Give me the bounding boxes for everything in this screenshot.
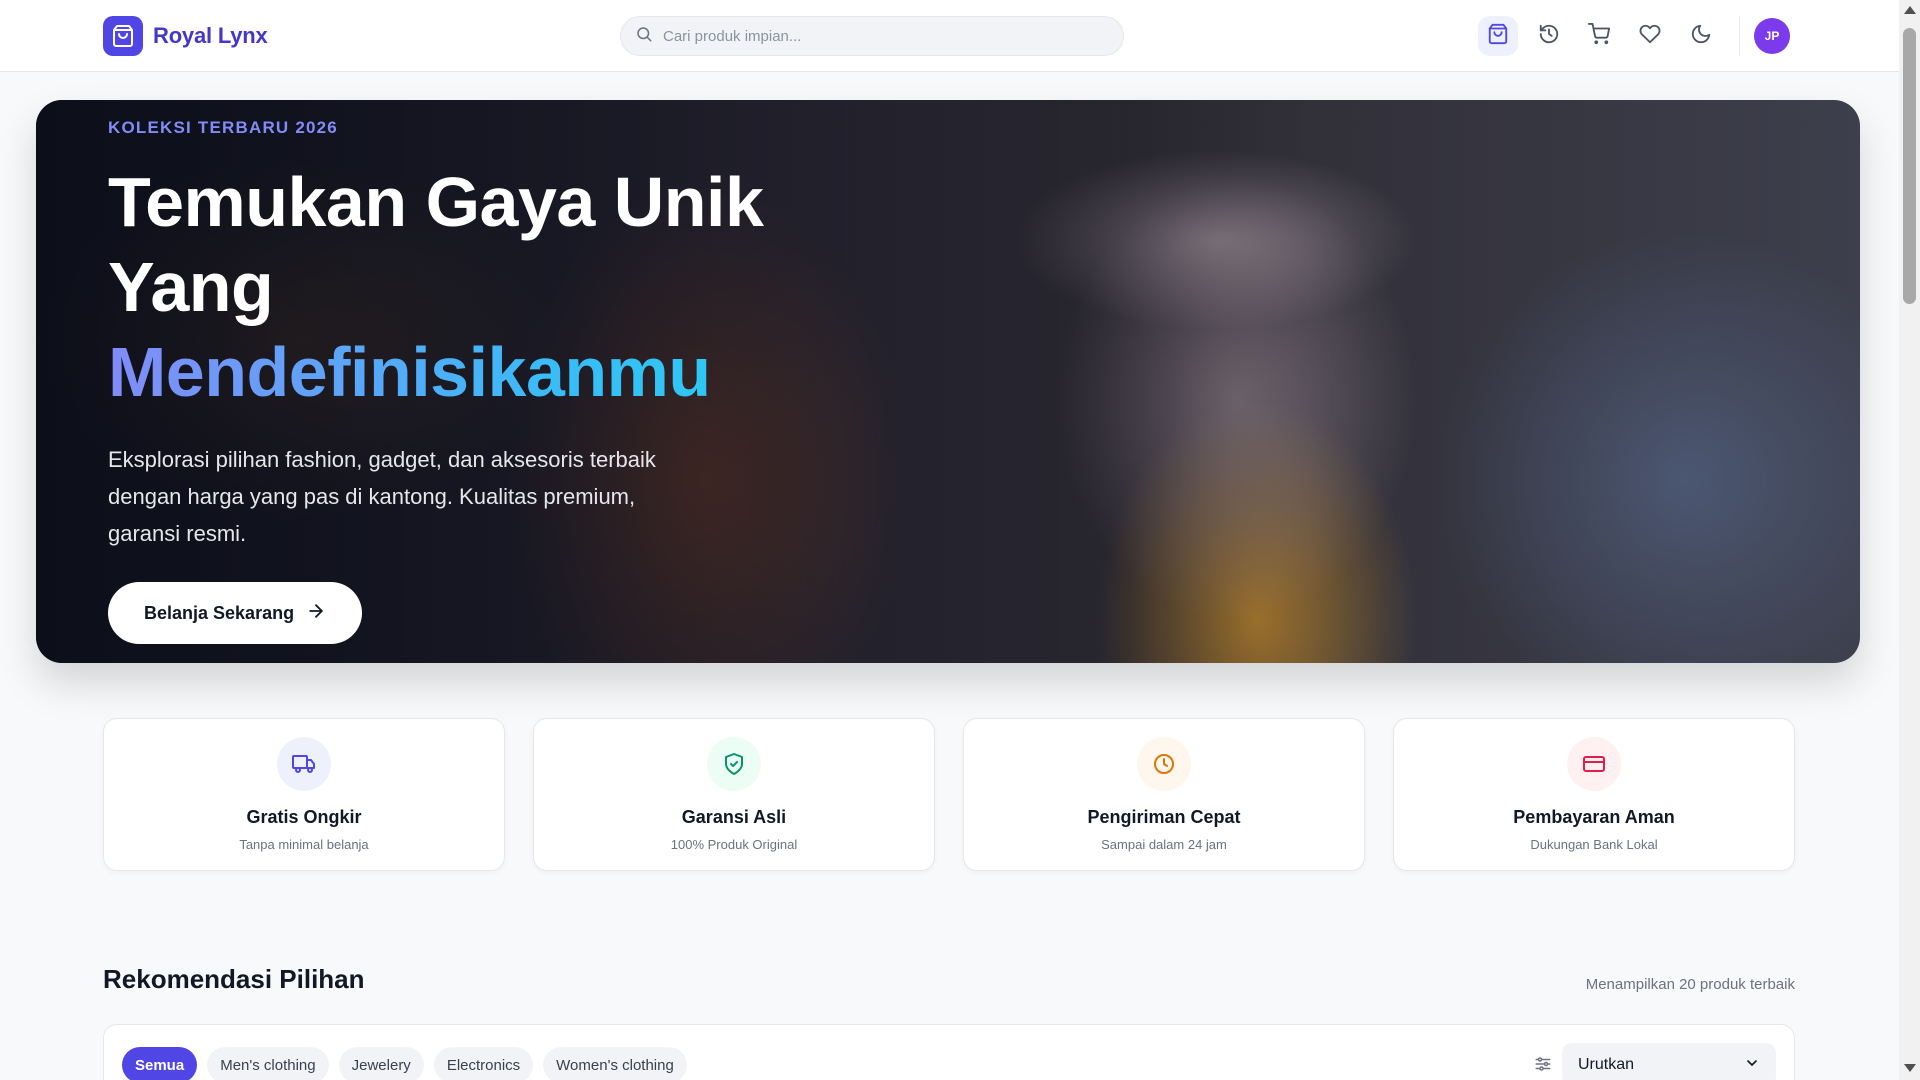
- shop-now-button[interactable]: Belanja Sekarang: [108, 582, 363, 644]
- feature-subtitle: Tanpa minimal belanja: [239, 837, 369, 852]
- history-icon: [1538, 23, 1560, 50]
- category-chips: Semua Men's clothing Jewelery Electronic…: [122, 1047, 687, 1080]
- cart-icon: [1588, 22, 1610, 50]
- category-chip-all[interactable]: Semua: [122, 1047, 198, 1080]
- section-title: Rekomendasi Pilihan: [103, 964, 365, 994]
- sliders-icon: [1534, 1055, 1552, 1078]
- theme-toggle-button[interactable]: [1681, 16, 1721, 56]
- scroll-thumb[interactable]: [1903, 28, 1916, 304]
- feature-title: Garansi Asli: [681, 807, 787, 827]
- shield-check-icon: [707, 737, 761, 791]
- search-icon: [635, 25, 653, 48]
- sort-select[interactable]: Urutkan: [1562, 1043, 1776, 1080]
- hero-description: Eksplorasi pilihan fashion, gadget, dan …: [108, 447, 656, 546]
- feature-card-free-shipping: Gratis Ongkir Tanpa minimal belanja: [103, 718, 505, 871]
- scroll-down-arrow-icon[interactable]: [1904, 1064, 1916, 1072]
- chevron-down-icon: [1744, 1055, 1760, 1076]
- credit-card-icon: [1567, 737, 1621, 791]
- top-navbar: Royal Lynx JP: [0, 0, 1899, 72]
- hero-title-line1: Temukan Gaya Unik: [108, 163, 764, 241]
- feature-card-secure-payment: Pembayaran Aman Dukungan Bank Lokal: [1393, 718, 1795, 871]
- shopping-bag-icon: [1487, 23, 1509, 50]
- shopping-bag-icon: [103, 16, 143, 56]
- hero-banner: KOLEKSI TERBARU 2026 Temukan Gaya Unik Y…: [36, 100, 1860, 663]
- hero-title-line2: Yang: [108, 248, 274, 326]
- arrow-right-icon: [306, 601, 326, 626]
- feature-card-fast-delivery: Pengiriman Cepat Sampai dalam 24 jam: [963, 718, 1365, 871]
- brand-name: Royal Lynx: [153, 23, 268, 48]
- feature-title: Pengiriman Cepat: [1087, 807, 1241, 827]
- category-chip-jewelery[interactable]: Jewelery: [338, 1047, 424, 1080]
- brand-logo[interactable]: Royal Lynx: [103, 16, 268, 56]
- hero-content: KOLEKSI TERBARU 2026 Temukan Gaya Unik Y…: [108, 118, 868, 644]
- product-count: Menampilkan 20 produk terbaik: [1585, 976, 1795, 993]
- page-scrollbar[interactable]: [1899, 0, 1920, 1080]
- shop-now-label: Belanja Sekarang: [144, 602, 295, 623]
- feature-card-authentic-guarantee: Garansi Asli 100% Produk Original: [533, 718, 935, 871]
- category-chip-womens-clothing[interactable]: Women's clothing: [543, 1047, 687, 1080]
- moon-icon: [1690, 23, 1712, 50]
- header-divider: [1739, 16, 1740, 56]
- heart-icon: [1639, 23, 1661, 50]
- hero-title-accent: Mendefinisikanmu: [108, 330, 868, 415]
- feature-subtitle: Dukungan Bank Lokal: [1530, 837, 1658, 852]
- shop-bag-button[interactable]: [1478, 16, 1518, 56]
- feature-title: Pembayaran Aman: [1513, 807, 1675, 827]
- feature-cards: Gratis Ongkir Tanpa minimal belanja Gara…: [103, 718, 1795, 871]
- feature-subtitle: 100% Produk Original: [670, 837, 798, 852]
- truck-icon: [277, 737, 331, 791]
- sort-select-label: Urutkan: [1578, 1056, 1635, 1073]
- feature-title: Gratis Ongkir: [246, 807, 362, 827]
- clock-icon: [1137, 737, 1191, 791]
- cart-button[interactable]: [1579, 16, 1619, 56]
- hero-title: Temukan Gaya Unik Yang Mendefinisikanmu: [108, 160, 868, 415]
- history-button[interactable]: [1529, 16, 1569, 56]
- user-avatar[interactable]: JP: [1754, 18, 1790, 54]
- wishlist-button[interactable]: [1630, 16, 1670, 56]
- hero-eyebrow: KOLEKSI TERBARU 2026: [108, 118, 338, 137]
- category-chip-mens-clothing[interactable]: Men's clothing: [207, 1047, 329, 1080]
- feature-subtitle: Sampai dalam 24 jam: [1101, 837, 1227, 852]
- category-chip-electronics[interactable]: Electronics: [433, 1047, 534, 1080]
- search-input[interactable]: [663, 27, 1103, 45]
- search-bar[interactable]: [620, 16, 1124, 56]
- scroll-up-arrow-icon[interactable]: [1904, 6, 1916, 14]
- filter-bar: Semua Men's clothing Jewelery Electronic…: [103, 1024, 1795, 1080]
